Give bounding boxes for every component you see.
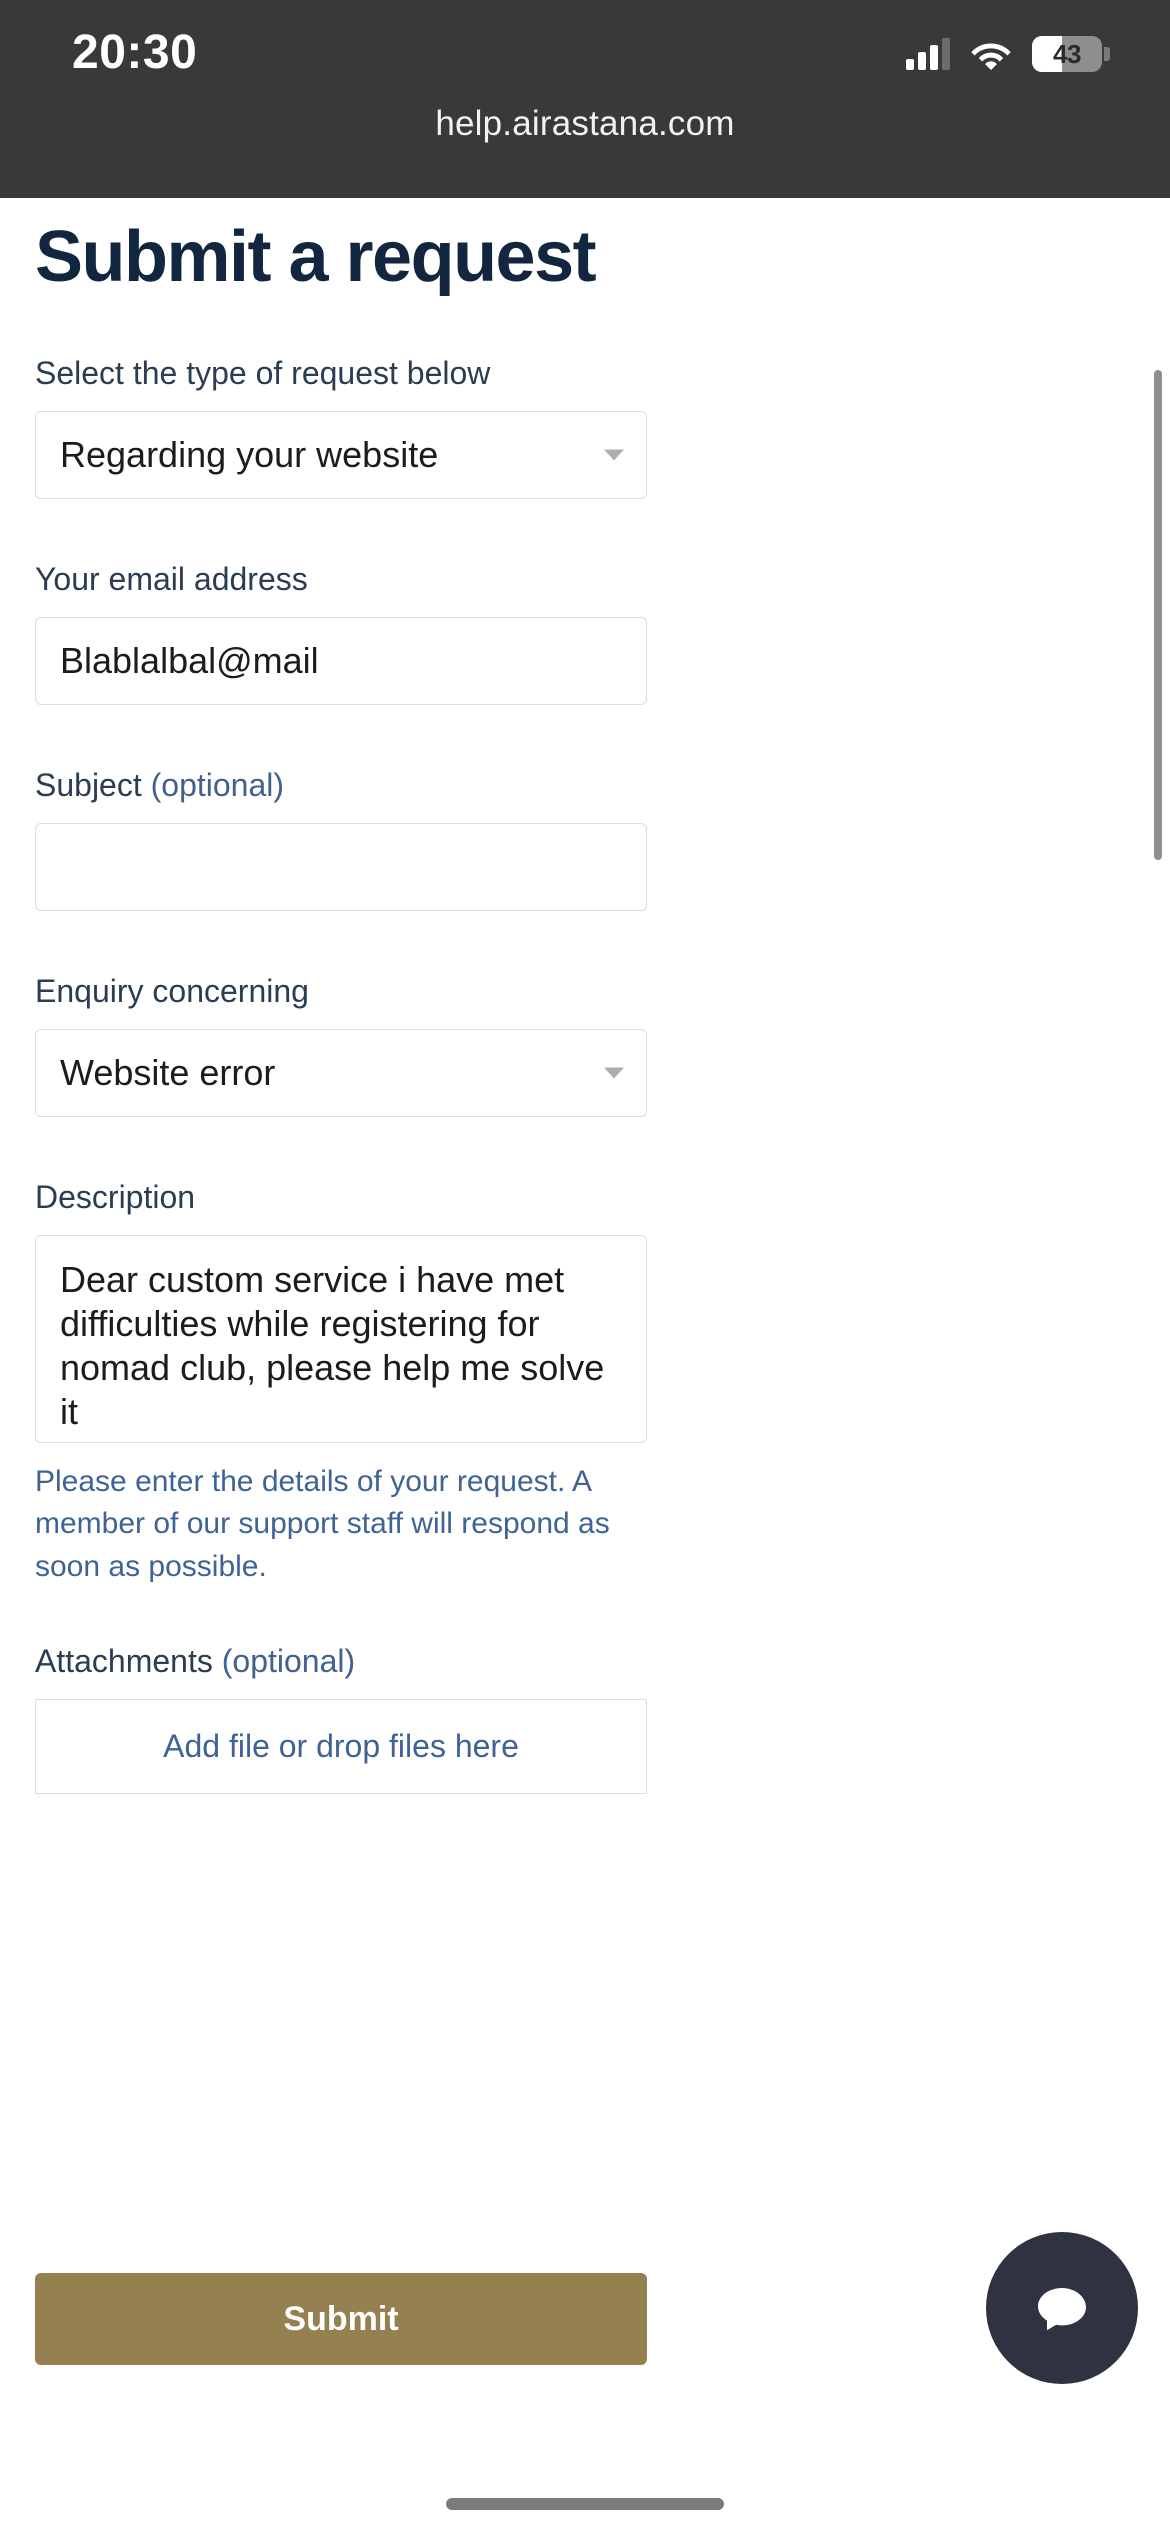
home-indicator bbox=[446, 2498, 724, 2510]
attachments-label-text: Attachments bbox=[35, 1642, 213, 1679]
attachments-label: Attachments (optional) bbox=[35, 1645, 1135, 1677]
status-bar: 20:30 43 bbox=[0, 0, 1170, 96]
description-textarea[interactable]: Dear custom service i have met difficult… bbox=[35, 1234, 647, 1443]
email-label: Your email address bbox=[35, 560, 308, 597]
request-type-value: Regarding your website bbox=[60, 433, 439, 475]
chevron-down-icon bbox=[604, 449, 624, 461]
subject-label-text: Subject bbox=[35, 766, 142, 803]
description-label: Description bbox=[35, 1178, 196, 1215]
page-scrollbar[interactable] bbox=[1154, 370, 1162, 860]
field-attachments: Attachments (optional) Add file or drop … bbox=[35, 1645, 1135, 1794]
page-content: Submit a request Select the type of requ… bbox=[0, 198, 1170, 2532]
field-request-type: Select the type of request below Regardi… bbox=[35, 357, 1135, 499]
chat-bubble-icon bbox=[1025, 2271, 1099, 2345]
attachments-optional-tag: (optional) bbox=[221, 1642, 356, 1679]
cellular-bars-icon bbox=[906, 38, 950, 70]
chat-widget-button[interactable] bbox=[986, 2232, 1138, 2384]
email-value: Blablalbal@mail bbox=[60, 639, 319, 681]
enquiry-label: Enquiry concerning bbox=[35, 972, 309, 1009]
description-hint: Please enter the details of your request… bbox=[35, 1464, 610, 1583]
url-text: help.airastana.com bbox=[435, 104, 735, 143]
field-email: Your email address Blablalbal@mail bbox=[35, 563, 1135, 705]
status-time: 20:30 bbox=[72, 26, 198, 79]
phone-screen: 20:30 43 help.airastana.com Submit a req… bbox=[0, 0, 1170, 2532]
email-input[interactable]: Blablalbal@mail bbox=[35, 616, 647, 705]
add-file-link[interactable]: Add file or drop files here bbox=[163, 1728, 519, 1765]
submit-button-label: Submit bbox=[283, 2299, 399, 2338]
field-description: Description Dear custom service i have m… bbox=[35, 1181, 1135, 1589]
description-value: Dear custom service i have met difficult… bbox=[60, 1258, 605, 1432]
subject-optional-tag: (optional) bbox=[150, 766, 285, 803]
subject-input[interactable] bbox=[35, 822, 647, 911]
field-subject: Subject (optional) bbox=[35, 769, 1135, 911]
chevron-down-icon bbox=[604, 1067, 624, 1079]
address-bar[interactable]: help.airastana.com bbox=[0, 96, 1170, 198]
request-type-select[interactable]: Regarding your website bbox=[35, 410, 647, 499]
battery-level: 43 bbox=[1053, 38, 1081, 69]
wifi-icon bbox=[970, 38, 1012, 70]
attachments-dropzone[interactable]: Add file or drop files here bbox=[35, 1698, 647, 1794]
submit-button[interactable]: Submit bbox=[35, 2273, 647, 2365]
status-icons: 43 bbox=[906, 24, 1110, 72]
enquiry-select[interactable]: Website error bbox=[35, 1028, 647, 1117]
battery-icon: 43 bbox=[1032, 36, 1110, 72]
page-title: Submit a request bbox=[35, 217, 597, 297]
field-enquiry: Enquiry concerning Website error bbox=[35, 975, 1135, 1117]
browser-chrome: 20:30 43 help.airastana.com bbox=[0, 0, 1170, 198]
enquiry-value: Website error bbox=[60, 1051, 276, 1093]
request-type-label: Select the type of request below bbox=[35, 354, 491, 391]
subject-label: Subject (optional) bbox=[35, 769, 1135, 801]
